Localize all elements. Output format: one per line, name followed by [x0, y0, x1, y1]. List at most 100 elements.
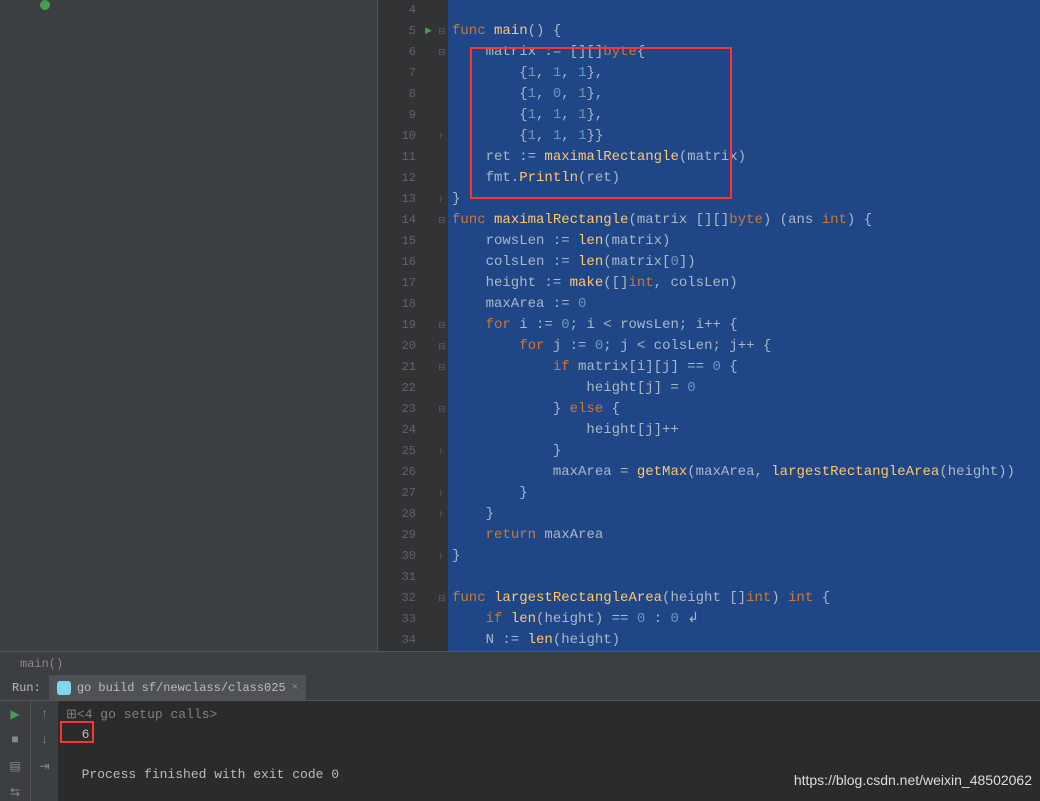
- line-number[interactable]: 34: [378, 630, 436, 651]
- line-gutter[interactable]: 4567891011121314151617181920212223242526…: [378, 0, 436, 651]
- up-icon[interactable]: ↑: [36, 705, 54, 723]
- code-line[interactable]: fmt.Println(ret): [452, 168, 1040, 189]
- code-line[interactable]: }: [452, 546, 1040, 567]
- line-number[interactable]: 21: [378, 357, 436, 378]
- run-tab[interactable]: go build sf/newclass/class025 ×: [49, 675, 306, 700]
- more-icon[interactable]: ⇆: [6, 783, 24, 801]
- rerun-icon[interactable]: ▶: [6, 705, 24, 723]
- line-number[interactable]: 13: [378, 189, 436, 210]
- code-line[interactable]: for i := 0; i < rowsLen; i++ {: [452, 315, 1040, 336]
- fold-toggle-icon[interactable]: ⊟: [436, 357, 448, 378]
- line-number[interactable]: 30: [378, 546, 436, 567]
- line-number[interactable]: 33: [378, 609, 436, 630]
- code-editor[interactable]: 4567891011121314151617181920212223242526…: [378, 0, 1040, 651]
- code-line[interactable]: }: [452, 441, 1040, 462]
- code-line[interactable]: func largestRectangleArea(height []int) …: [452, 588, 1040, 609]
- code-line[interactable]: }: [452, 483, 1040, 504]
- code-line[interactable]: if len(height) == 0 : 0 ↲: [452, 609, 1040, 630]
- fold-toggle-icon: [436, 252, 448, 273]
- code-line[interactable]: height := make([]int, colsLen): [452, 273, 1040, 294]
- stop-icon[interactable]: ■: [6, 731, 24, 749]
- code-line[interactable]: } else {: [452, 399, 1040, 420]
- code-line[interactable]: [452, 0, 1040, 21]
- fold-toggle-icon[interactable]: ⊦: [436, 189, 448, 210]
- code-line[interactable]: return maxArea: [452, 525, 1040, 546]
- line-number[interactable]: 29: [378, 525, 436, 546]
- down-icon[interactable]: ↓: [36, 731, 54, 749]
- code-line[interactable]: ret := maximalRectangle(matrix): [452, 147, 1040, 168]
- line-number[interactable]: 15: [378, 231, 436, 252]
- line-number[interactable]: 25: [378, 441, 436, 462]
- code-line[interactable]: {1, 1, 1},: [452, 63, 1040, 84]
- code-line[interactable]: colsLen := len(matrix[0]): [452, 252, 1040, 273]
- fold-toggle-icon[interactable]: ⊟: [436, 21, 448, 42]
- fold-toggle-icon[interactable]: ⊟: [436, 315, 448, 336]
- line-number[interactable]: 6: [378, 42, 436, 63]
- line-number[interactable]: 19: [378, 315, 436, 336]
- line-number[interactable]: 27: [378, 483, 436, 504]
- code-line[interactable]: {1, 0, 1},: [452, 84, 1040, 105]
- line-number[interactable]: 31: [378, 567, 436, 588]
- wrap-icon[interactable]: ⇥: [36, 757, 54, 775]
- code-line[interactable]: N := len(height): [452, 630, 1040, 651]
- code-line[interactable]: func maximalRectangle(matrix [][]byte) (…: [452, 210, 1040, 231]
- run-label: Run:: [0, 681, 49, 695]
- code-line[interactable]: height[j] = 0: [452, 378, 1040, 399]
- fold-toggle-icon: [436, 294, 448, 315]
- line-number[interactable]: 8: [378, 84, 436, 105]
- code-line[interactable]: maxArea = getMax(maxArea, largestRectang…: [452, 462, 1040, 483]
- fold-toggle-icon[interactable]: ⊟: [436, 210, 448, 231]
- fold-toggle-icon[interactable]: ⊦: [436, 483, 448, 504]
- code-line[interactable]: rowsLen := len(matrix): [452, 231, 1040, 252]
- fold-toggle-icon[interactable]: ⊦: [436, 441, 448, 462]
- line-number[interactable]: 32: [378, 588, 436, 609]
- line-number[interactable]: 26: [378, 462, 436, 483]
- fold-toggle-icon: [436, 525, 448, 546]
- fold-toggle-icon: [436, 0, 448, 21]
- line-number[interactable]: 24: [378, 420, 436, 441]
- code-line[interactable]: func main() {: [452, 21, 1040, 42]
- line-number[interactable]: 20: [378, 336, 436, 357]
- line-number[interactable]: 17: [378, 273, 436, 294]
- line-number[interactable]: 7: [378, 63, 436, 84]
- fold-toggle-icon: [436, 147, 448, 168]
- fold-toggle-icon[interactable]: ⊟: [436, 588, 448, 609]
- code-line[interactable]: }: [452, 504, 1040, 525]
- fold-toggle-icon[interactable]: ⊟: [436, 336, 448, 357]
- line-number[interactable]: 14: [378, 210, 436, 231]
- code-line[interactable]: if matrix[i][j] == 0 {: [452, 357, 1040, 378]
- code-line[interactable]: maxArea := 0: [452, 294, 1040, 315]
- line-number[interactable]: 28: [378, 504, 436, 525]
- breadcrumb-text: main(): [20, 657, 63, 671]
- fold-toggle-icon[interactable]: ⊦: [436, 126, 448, 147]
- fold-toggle-icon[interactable]: ⊦: [436, 504, 448, 525]
- line-number[interactable]: 12: [378, 168, 436, 189]
- layout-icon[interactable]: ▤: [6, 757, 24, 775]
- fold-toggle-icon[interactable]: ⊦: [436, 546, 448, 567]
- code-line[interactable]: {1, 1, 1}}: [452, 126, 1040, 147]
- fold-column[interactable]: ⊟⊟⊦⊦⊟⊟⊟⊟⊟⊦⊦⊦⊦⊟: [436, 0, 448, 651]
- fold-toggle-icon: [436, 168, 448, 189]
- line-number[interactable]: 10: [378, 126, 436, 147]
- breadcrumb[interactable]: main(): [0, 651, 1040, 675]
- line-number[interactable]: 22: [378, 378, 436, 399]
- close-icon[interactable]: ×: [292, 682, 299, 694]
- code-line[interactable]: }: [452, 189, 1040, 210]
- code-line[interactable]: [452, 567, 1040, 588]
- code-area[interactable]: func main() { matrix := [][]byte{ {1, 1,…: [448, 0, 1040, 651]
- fold-toggle-icon[interactable]: ⊟: [436, 42, 448, 63]
- code-line[interactable]: matrix := [][]byte{: [452, 42, 1040, 63]
- fold-toggle-icon[interactable]: ⊟: [436, 399, 448, 420]
- line-number[interactable]: 18: [378, 294, 436, 315]
- line-number[interactable]: 16: [378, 252, 436, 273]
- line-number[interactable]: 11: [378, 147, 436, 168]
- code-line[interactable]: for j := 0; j < colsLen; j++ {: [452, 336, 1040, 357]
- line-number[interactable]: 4: [378, 0, 436, 21]
- code-line[interactable]: height[j]++: [452, 420, 1040, 441]
- line-number[interactable]: 23: [378, 399, 436, 420]
- line-number[interactable]: 9: [378, 105, 436, 126]
- line-number[interactable]: 5: [378, 21, 436, 42]
- run-tab-label: go build sf/newclass/class025: [77, 681, 286, 695]
- fold-toggle-icon: [436, 231, 448, 252]
- code-line[interactable]: {1, 1, 1},: [452, 105, 1040, 126]
